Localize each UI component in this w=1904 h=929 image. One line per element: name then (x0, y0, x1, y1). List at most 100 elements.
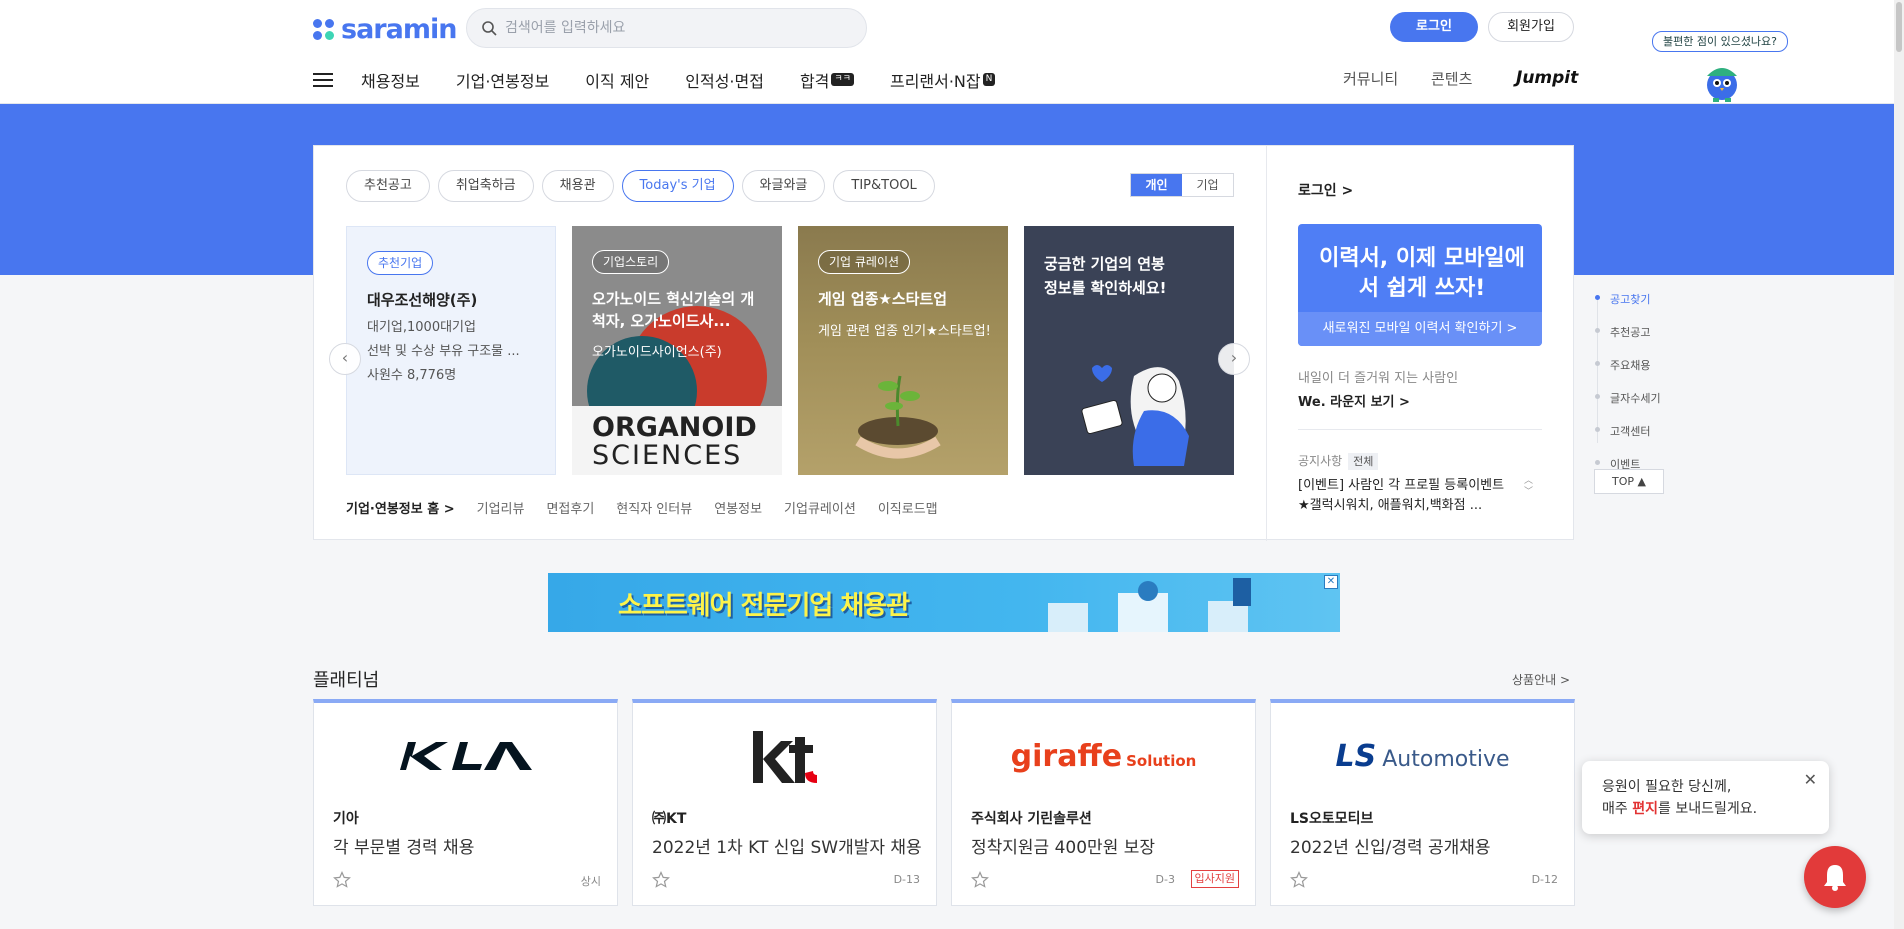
quick-nav-char-count[interactable]: 글자수세기 (1595, 390, 1661, 406)
banner-illustration (1048, 578, 1251, 632)
company-review-link[interactable]: 기업리뷰 (477, 498, 525, 517)
notice-all-link[interactable]: 전체 (1348, 453, 1379, 470)
jumpit-link[interactable]: Jumpit (1516, 68, 1578, 88)
card-tag: 기업스토리 (592, 250, 670, 274)
nav-item-community[interactable]: 커뮤니티 (1343, 68, 1398, 89)
job-card[interactable]: LS Automotive LS오토모티브 2022년 신입/경력 공개채용 D-… (1270, 699, 1575, 906)
carousel-prev-button[interactable]: ‹ (329, 343, 361, 375)
banner-link[interactable]: 새로워진 모바일 이력서 확인하기 > (1298, 312, 1542, 346)
tab-bonus[interactable]: 취업축하금 (437, 170, 534, 202)
main-nav: 채용정보 기업·연봉정보 이직 제안 인적성·면접 합격 ㅋㅋ 프리랜서·N잡 N (313, 66, 1031, 94)
product-guide-link[interactable]: 상품안내 > (1512, 671, 1570, 688)
logo-dots-icon (313, 18, 335, 41)
job-title[interactable]: 2022년 1차 KT 신입 SW개발자 채용 (652, 833, 922, 858)
kt-logo (752, 731, 817, 783)
feedback-bubble[interactable]: 불편한 점이 있으셨나요? (1652, 31, 1788, 52)
banner-text: 소프트웨어 전문기업 채용관 (618, 591, 910, 621)
job-card[interactable]: ㈜KT 2022년 1차 KT 신입 SW개발자 채용 D-13 (632, 699, 937, 906)
apply-badge[interactable]: 입사지원 (1190, 870, 1239, 888)
star-icon[interactable] (333, 871, 351, 889)
nav-item-pass[interactable]: 합격 ㅋㅋ (800, 68, 854, 92)
company-home-link[interactable]: 기업·연봉정보 홈 > (346, 498, 455, 517)
bell-button[interactable] (1804, 846, 1866, 908)
tab-tip-tool[interactable]: TIP&TOOL (833, 170, 935, 202)
banner-headline: 이력서, 이제 모바일에서 쉽게 쓰자! (1319, 246, 1525, 301)
company-card[interactable]: 추천기업 대우조선해양(주) 대기업,1000대기업 선박 및 수상 부유 구조… (346, 226, 556, 475)
notice-updown-icon[interactable]: ︿ ﹀ (1524, 476, 1533, 498)
job-title[interactable]: 정착지원금 400만원 보장 (971, 833, 1155, 858)
company-story-card[interactable]: 기업스토리 오가노이드 혁신기술의 개척자, 오가노이드사... 오가노이드사이… (572, 226, 782, 475)
star-icon[interactable] (1290, 871, 1308, 889)
person-laptop-illustration (1081, 365, 1189, 466)
job-card[interactable]: 기아 각 부문별 경력 채용 상시 (313, 699, 618, 906)
nav-item-freelancer[interactable]: 프리랜서·N잡 N (890, 68, 996, 92)
letter-popup: 응원이 필요한 당신께, 매주 편지를 보내드릴게요. ✕ (1582, 761, 1829, 834)
quick-nav-help-center[interactable]: 고객센터 (1595, 423, 1661, 439)
company-logo: LS Automotive (1271, 721, 1574, 791)
login-button[interactable]: 로그인 (1390, 12, 1478, 42)
card-title: 궁금한 기업의 연봉정보를 확인하세요! (1044, 255, 1167, 297)
employee-interview-link[interactable]: 현직자 인터뷰 (616, 498, 692, 517)
search-bar[interactable] (466, 8, 867, 48)
quick-nav-find-jobs[interactable]: 공고찾기 (1595, 291, 1661, 307)
card-tag: 기업 큐레이션 (818, 250, 911, 274)
close-icon[interactable]: ✕ (1324, 575, 1338, 589)
popup-line-1: 응원이 필요한 당신께, (1602, 779, 1732, 795)
curation-card[interactable]: 기업 큐레이션 게임 업종★스타트업 게임 관련 업종 인기★스타트업! (798, 226, 1008, 475)
site-header: saramin 로그인 회원가입 불편한 점이 있으셨나요? 채용정보 기업·연… (0, 0, 1894, 104)
section-title: 플래티넘 (313, 670, 380, 691)
close-icon[interactable]: ✕ (1804, 769, 1817, 791)
card-tag: 추천기업 (367, 251, 434, 275)
tab-community[interactable]: 와글와글 (741, 170, 826, 202)
search-input[interactable] (505, 20, 825, 36)
interview-review-link[interactable]: 면접후기 (546, 498, 594, 517)
nav-item-contents[interactable]: 콘텐츠 (1431, 68, 1472, 89)
logo-text: saramin (341, 14, 457, 45)
job-title[interactable]: 2022년 신입/경력 공개채용 (1290, 833, 1491, 858)
card-title: 게임 업종★스타트업 (818, 290, 948, 308)
salary-info-link[interactable]: 연봉정보 (714, 498, 762, 517)
tab-todays-company[interactable]: Today's 기업 (621, 170, 734, 202)
join-button[interactable]: 회원가입 (1488, 12, 1574, 42)
star-icon[interactable] (971, 871, 989, 889)
quick-nav: 공고찾기 추천공고 주요채용 글자수세기 고객센터 이벤트 (1595, 291, 1661, 489)
page-scrollbar[interactable] (1894, 0, 1904, 929)
card-line: 사원수 8,776명 (367, 368, 457, 383)
we-lounge-link[interactable]: We. 라운지 보기 > (1298, 391, 1410, 410)
toggle-company[interactable]: 기업 (1182, 174, 1233, 196)
salary-info-card[interactable]: 궁금한 기업의 연봉정보를 확인하세요! (1024, 226, 1234, 475)
saramin-logo[interactable]: saramin (313, 14, 457, 45)
career-roadmap-link[interactable]: 이직로드맵 (878, 498, 938, 517)
card-line: 대기업,1000대기업 (367, 320, 476, 335)
bell-icon (1824, 865, 1846, 891)
star-icon[interactable] (652, 871, 670, 889)
notice-item[interactable]: [이벤트] 사람인 각 프로필 등록이벤트 ★갤럭시워치, 애플워치,백화점 .… (1298, 476, 1513, 516)
popup-line-2: 매주 편지를 보내드릴게요. (1602, 801, 1758, 817)
nav-item-job-offer[interactable]: 이직 제안 (585, 68, 649, 92)
quick-nav-recommended[interactable]: 추천공고 (1595, 324, 1661, 340)
job-card[interactable]: giraffe Solution 주식회사 기린솔루션 정착지원금 400만원 보… (951, 699, 1256, 906)
tab-hiring-hall[interactable]: 채용관 (541, 170, 614, 202)
main-tabs: 추천공고 취업축하금 채용관 Today's 기업 와글와글 TIP&TOOL (346, 170, 935, 202)
card-title: 대우조선해양(주) (367, 291, 478, 309)
top-button[interactable]: TOP ▲ (1594, 469, 1664, 494)
card-title: 오가노이드 혁신기술의 개척자, 오가노이드사... (592, 290, 755, 330)
mascot-icon[interactable] (1699, 58, 1745, 104)
quick-nav-major-hiring[interactable]: 주요채용 (1595, 357, 1661, 373)
company-links: 기업·연봉정보 홈 > 기업리뷰 면접후기 현직자 인터뷰 연봉정보 기업큐레이… (346, 498, 938, 517)
menu-icon[interactable] (313, 73, 333, 87)
mobile-resume-banner[interactable]: 이력서, 이제 모바일에서 쉽게 쓰자! 새로워진 모바일 이력서 확인하기 > (1298, 224, 1542, 346)
company-logo (633, 721, 936, 791)
software-hiring-banner[interactable]: 소프트웨어 전문기업 채용관 ✕ (548, 573, 1340, 632)
nav-item-jobs[interactable]: 채용정보 (361, 68, 420, 92)
scrollbar-thumb[interactable] (1896, 2, 1902, 52)
panel-login-link[interactable]: 로그인 > (1298, 180, 1353, 200)
tab-recommended[interactable]: 추천공고 (346, 170, 430, 202)
nav-item-company-salary[interactable]: 기업·연봉정보 (456, 68, 549, 92)
nav-item-aptitude-interview[interactable]: 인적성·면접 (685, 68, 764, 92)
company-curation-link[interactable]: 기업큐레이션 (784, 498, 856, 517)
toggle-personal[interactable]: 개인 (1131, 174, 1182, 196)
carousel-next-button[interactable]: › (1218, 343, 1250, 375)
ls-logo-sub: Automotive (1382, 746, 1510, 772)
job-title[interactable]: 각 부문별 경력 채용 (333, 833, 474, 858)
